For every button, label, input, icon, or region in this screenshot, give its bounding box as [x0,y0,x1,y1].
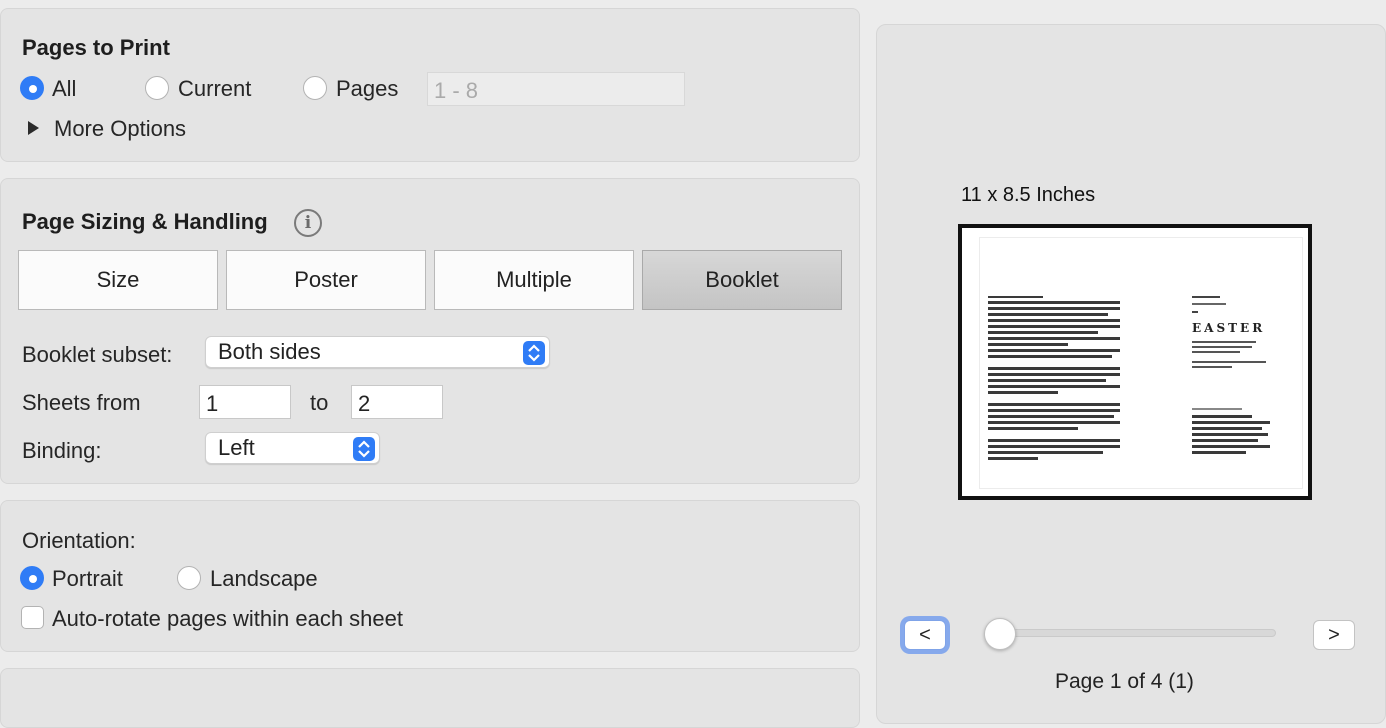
to-label: to [310,390,329,415]
previous-page-button[interactable]: < [904,620,946,650]
auto-rotate-label[interactable]: Auto-rotate pages within each sheet [52,606,403,632]
preview-cover-word: EASTER [1192,321,1266,335]
preview-right-text: EASTER [1192,296,1292,457]
page-slider-track[interactable] [986,629,1276,637]
portrait-radio[interactable] [20,566,44,590]
preview-left-text [988,296,1120,463]
booklet-subset-label: Booklet subset: [22,342,173,367]
landscape-radio[interactable] [177,566,201,590]
more-options-toggle[interactable]: More Options [54,116,186,142]
next-page-button[interactable]: > [1313,620,1355,650]
disclosure-triangle-icon[interactable] [28,121,39,135]
page-range-input[interactable]: 1 - 8 [427,72,685,106]
page-slider-knob[interactable] [984,618,1016,650]
pages-to-print-title: Pages to Print [22,35,170,60]
segment-booklet[interactable]: Booklet [642,250,842,310]
chevron-updown-icon [523,341,545,365]
booklet-subset-select[interactable]: Both sides [205,336,550,368]
binding-label: Binding: [22,438,102,463]
segment-multiple[interactable]: Multiple [434,250,634,310]
preview-sheet: EASTER [980,238,1302,488]
page-preview: EASTER [958,224,1312,500]
info-icon[interactable]: i [294,209,322,237]
page-sizing-title: Page Sizing & Handling [22,209,268,234]
binding-select[interactable]: Left [205,432,380,464]
auto-rotate-checkbox[interactable] [21,606,44,629]
pages-radio-label[interactable]: Pages [336,76,398,102]
pages-radio[interactable] [303,76,327,100]
all-radio[interactable] [20,76,44,100]
segment-size[interactable]: Size [18,250,218,310]
page-indicator: Page 1 of 4 (1) [1055,670,1194,693]
booklet-subset-value: Both sides [218,339,321,364]
sheets-from-label: Sheets from [22,390,141,415]
landscape-radio-label[interactable]: Landscape [210,566,318,592]
sheets-to-input[interactable]: 2 [351,385,443,419]
portrait-radio-label[interactable]: Portrait [52,566,123,592]
binding-value: Left [218,435,255,460]
current-radio[interactable] [145,76,169,100]
all-radio-label[interactable]: All [52,76,76,102]
sheets-from-input[interactable]: 1 [199,385,291,419]
current-radio-label[interactable]: Current [178,76,251,102]
paper-size-label: 11 x 8.5 Inches [961,184,1096,206]
segment-poster[interactable]: Poster [226,250,426,310]
chevron-updown-icon [353,437,375,461]
orientation-title: Orientation: [22,528,136,553]
next-panel [0,668,860,728]
